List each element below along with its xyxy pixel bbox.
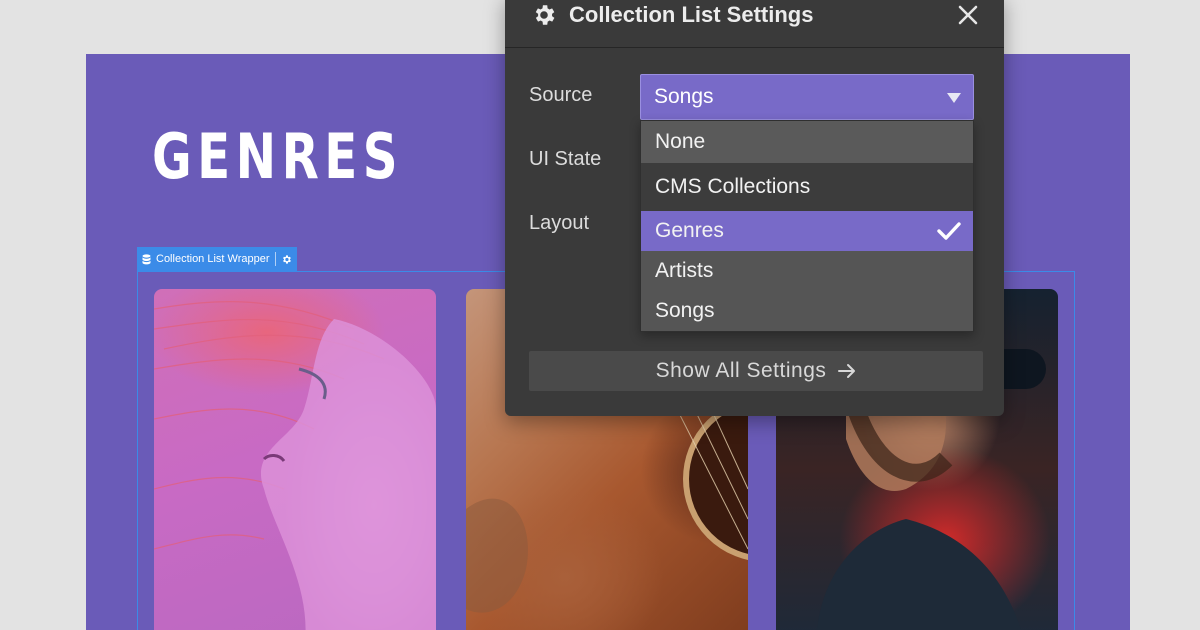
wrapper-label: Collection List Wrapper	[156, 253, 270, 265]
tag-divider	[274, 252, 276, 266]
gear-icon	[535, 5, 555, 25]
option-none[interactable]: None	[641, 121, 973, 163]
arrow-right-icon	[838, 364, 856, 378]
source-select-value: Songs	[654, 85, 714, 108]
layout-label: Layout	[529, 212, 590, 234]
pink-hair-photo	[154, 301, 436, 630]
option-genres-label: Genres	[655, 219, 724, 242]
database-icon	[142, 253, 151, 264]
ui-state-label: UI State	[529, 148, 602, 170]
panel-header: Collection List Settings	[505, 0, 1004, 48]
collection-list-settings-panel: Collection List Settings Source UI State…	[505, 0, 1004, 416]
option-group-header: CMS Collections	[641, 163, 973, 211]
option-artists[interactable]: Artists	[641, 251, 973, 291]
settings-gear-small-icon[interactable]	[281, 254, 292, 265]
collection-item-image[interactable]	[154, 289, 436, 630]
close-icon[interactable]	[957, 4, 979, 26]
source-select[interactable]: Songs	[640, 74, 974, 120]
show-all-settings-label: Show All Settings	[655, 359, 827, 382]
caret-down-icon	[947, 93, 961, 103]
source-dropdown-menu: None CMS Collections Genres Artists Song…	[640, 120, 974, 332]
show-all-settings-button[interactable]: Show All Settings	[529, 351, 983, 391]
source-label: Source	[529, 84, 593, 106]
option-songs[interactable]: Songs	[641, 291, 973, 331]
page-heading[interactable]: GENRES	[152, 126, 403, 188]
collection-list-wrapper-tag[interactable]: Collection List Wrapper	[137, 247, 297, 271]
checkmark-icon	[937, 222, 961, 240]
panel-title: Collection List Settings	[569, 2, 814, 27]
option-genres[interactable]: Genres	[641, 211, 973, 251]
